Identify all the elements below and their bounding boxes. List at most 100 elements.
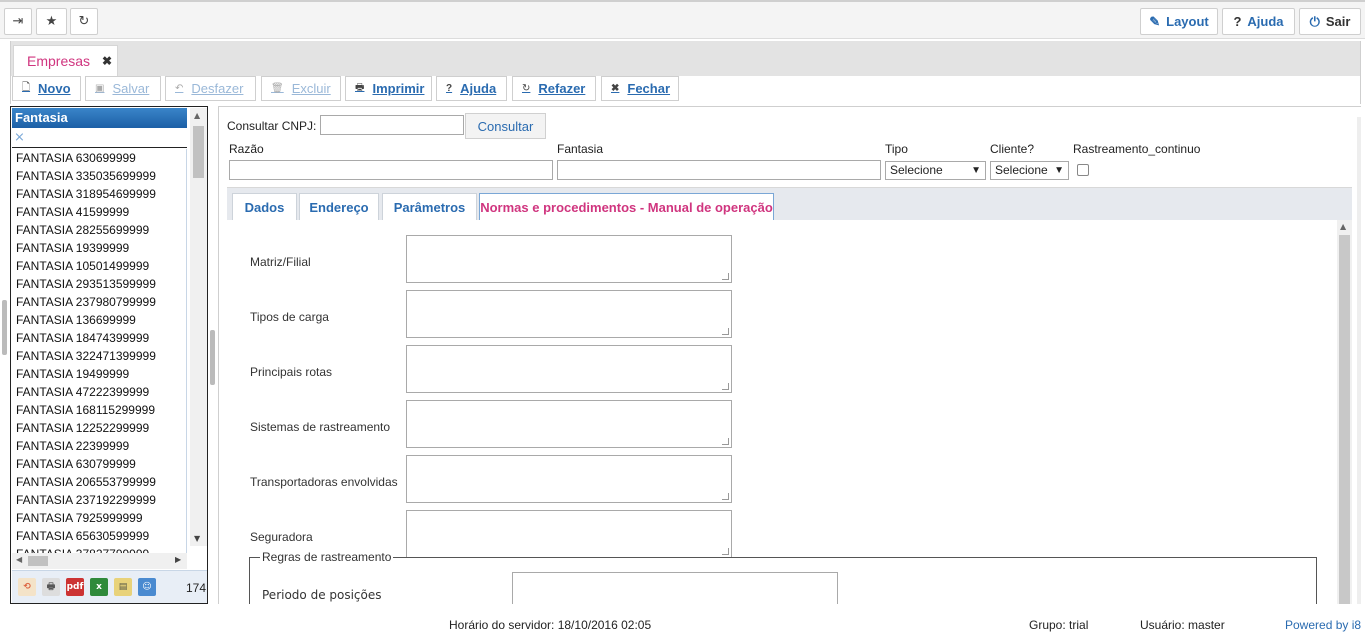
list-item[interactable]: FANTASIA 19399999: [12, 239, 187, 257]
excel-icon[interactable]: x: [90, 578, 108, 596]
tab-normas[interactable]: Normas e procedimentos - Manual de opera…: [479, 193, 774, 221]
tab-empresas[interactable]: Empresas ✖: [13, 45, 118, 76]
list-item[interactable]: FANTASIA 237192299999: [12, 491, 187, 509]
list-item[interactable]: FANTASIA 206553799999: [12, 473, 187, 491]
seguradora-textarea[interactable]: [406, 510, 732, 558]
close-label: Fechar: [627, 81, 671, 96]
sistemas-rastreamento-label: Sistemas de rastreamento: [250, 420, 391, 434]
save-button[interactable]: ▣ Salvar: [85, 76, 161, 101]
refresh-icon: ↻: [78, 14, 90, 29]
layout-button[interactable]: ✎ Layout: [1140, 8, 1218, 35]
close-icon[interactable]: ✖: [102, 54, 112, 68]
pdf-icon[interactable]: pdf: [66, 578, 84, 596]
form-scroll-thumb[interactable]: [1339, 235, 1350, 604]
normas-form: Matriz/Filial Tipos de carga Principais …: [227, 220, 1337, 604]
left-resize-handle[interactable]: [2, 300, 7, 355]
cnpj-input[interactable]: [320, 115, 464, 135]
scroll-down-icon[interactable]: ▼: [194, 534, 200, 543]
list-hscroll-thumb[interactable]: [28, 556, 48, 566]
list-header[interactable]: Fantasia: [12, 108, 187, 128]
help-button[interactable]: ? Ajuda: [1222, 8, 1295, 35]
list-item[interactable]: FANTASIA 630799999: [12, 455, 187, 473]
principais-rotas-textarea[interactable]: [406, 345, 732, 393]
rastreamento-checkbox[interactable]: [1077, 164, 1089, 176]
undo-button[interactable]: ↶ Desfazer: [165, 76, 256, 101]
matriz-filial-textarea[interactable]: [406, 235, 732, 283]
list-item[interactable]: FANTASIA 7925999999: [12, 509, 187, 527]
cliente-select[interactable]: Selecione ▼: [990, 161, 1069, 180]
server-time: Horário do servidor: 18/10/2016 02:05: [449, 618, 652, 632]
delete-button[interactable]: 🗑 Excluir: [261, 76, 341, 101]
list-item[interactable]: FANTASIA 47222399999: [12, 383, 187, 401]
sistemas-rastreamento-textarea[interactable]: [406, 400, 732, 448]
scroll-left-icon[interactable]: ◀: [16, 555, 22, 564]
reload-icon[interactable]: ⟲: [18, 578, 36, 596]
list-horizontal-scrollbar[interactable]: ◀ ▶: [12, 553, 187, 569]
new-button[interactable]: 🗋 Novo: [12, 76, 81, 101]
clear-filter-icon[interactable]: ⨯: [14, 130, 25, 145]
pencil-icon: ✎: [1149, 13, 1161, 29]
tab-parametros[interactable]: Parâmetros: [382, 193, 477, 221]
list-item[interactable]: FANTASIA 18474399999: [12, 329, 187, 347]
list-item[interactable]: FANTASIA 293513599999: [12, 275, 187, 293]
pin-icon-button[interactable]: ⇥: [4, 8, 32, 35]
cnpj-label: Consultar CNPJ:: [227, 119, 317, 133]
fantasia-input[interactable]: [557, 160, 881, 180]
panel-splitter[interactable]: [210, 330, 215, 385]
form-vertical-scrollbar[interactable]: ▲: [1337, 220, 1352, 604]
list-item[interactable]: FANTASIA 12252299999: [12, 419, 187, 437]
company-list: FANTASIA 630699999 FANTASIA 335035699999 F…: [12, 149, 187, 553]
help-action-button[interactable]: ? Ajuda: [436, 76, 507, 101]
print-label: Imprimir: [372, 81, 425, 96]
list-vertical-scrollbar[interactable]: ▲ ▼: [190, 108, 207, 546]
save-label: Salvar: [112, 81, 150, 96]
list-item[interactable]: FANTASIA 28255699999: [12, 221, 187, 239]
exit-button[interactable]: ⏻ Sair: [1299, 8, 1361, 35]
cliente-select-value: Selecione: [995, 163, 1048, 177]
printer-icon: 🖶: [355, 82, 365, 93]
periodo-textarea[interactable]: [512, 572, 838, 604]
list-scroll-thumb[interactable]: [193, 126, 204, 178]
consult-button[interactable]: Consultar: [465, 113, 546, 139]
scroll-up-icon[interactable]: ▲: [194, 111, 200, 120]
tipos-carga-textarea[interactable]: [406, 290, 732, 338]
list-item[interactable]: FANTASIA 10501499999: [12, 257, 187, 275]
list-item[interactable]: FANTASIA 37827799999: [12, 545, 187, 553]
main-vertical-scrollbar[interactable]: [1357, 117, 1361, 604]
close-button[interactable]: ✖ Fechar: [601, 76, 679, 101]
question-icon: ?: [1233, 14, 1242, 29]
power-icon: ⏻: [1309, 13, 1320, 29]
scroll-up-icon[interactable]: ▲: [1340, 222, 1346, 231]
list-item[interactable]: FANTASIA 19499999: [12, 365, 187, 383]
favorite-button[interactable]: ★: [36, 8, 67, 35]
company-list-panel: Fantasia ⨯ FANTASIA 630699999 FANTASIA 33…: [10, 106, 208, 604]
list-footer: ⟲ 🖶 pdf x ▤ ☺ 174: [12, 570, 207, 603]
razao-input[interactable]: [229, 160, 553, 180]
printer-icon[interactable]: 🖶: [42, 578, 60, 596]
scroll-right-icon[interactable]: ▶: [175, 555, 181, 564]
list-item[interactable]: FANTASIA 237980799999: [12, 293, 187, 311]
rules-fieldset: Regras de rastreamento Periodo de posiçõ…: [249, 550, 1317, 604]
list-item[interactable]: FANTASIA 168115299999: [12, 401, 187, 419]
list-item[interactable]: FANTASIA 136699999: [12, 311, 187, 329]
tab-dados[interactable]: Dados: [232, 193, 297, 221]
tipo-select[interactable]: Selecione ▼: [885, 161, 986, 180]
list-item[interactable]: FANTASIA 41599999: [12, 203, 187, 221]
transportadoras-label: Transportadoras envolvidas: [250, 475, 398, 489]
refresh-button[interactable]: ↻: [70, 8, 98, 35]
list-item[interactable]: FANTASIA 322471399999: [12, 347, 187, 365]
list-item[interactable]: FANTASIA 318954699999: [12, 185, 187, 203]
user-icon[interactable]: ☺: [138, 578, 156, 596]
layout-label: Layout: [1166, 14, 1209, 29]
list-item[interactable]: FANTASIA 22399999: [12, 437, 187, 455]
list-item[interactable]: FANTASIA 630699999: [12, 149, 187, 167]
print-button[interactable]: 🖶 Imprimir: [345, 76, 432, 101]
list-item[interactable]: FANTASIA 335035699999: [12, 167, 187, 185]
transportadoras-textarea[interactable]: [406, 455, 732, 503]
powered-by-link[interactable]: Powered by i8: [1285, 618, 1361, 632]
fantasia-label: Fantasia: [557, 142, 604, 156]
notes-icon[interactable]: ▤: [114, 578, 132, 596]
tab-endereco[interactable]: Endereço: [299, 193, 379, 221]
list-item[interactable]: FANTASIA 65630599999: [12, 527, 187, 545]
redo-button[interactable]: ↻ Refazer: [512, 76, 596, 101]
